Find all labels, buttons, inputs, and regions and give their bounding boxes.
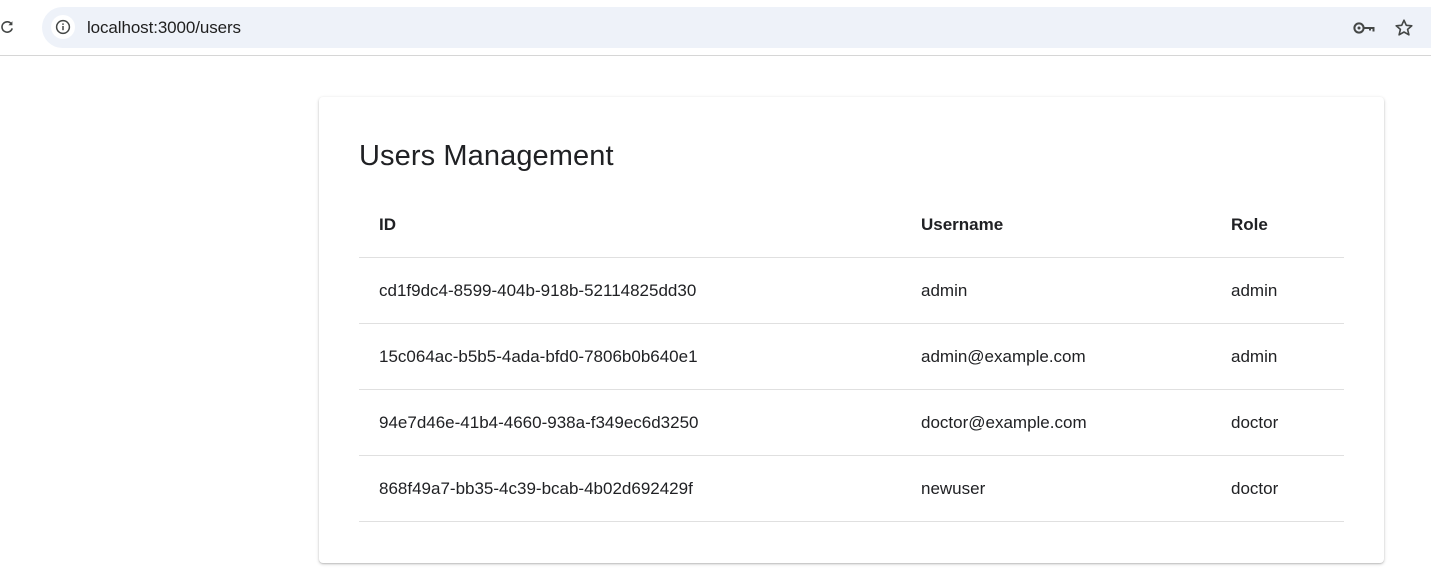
username-cell: admin@example.com (901, 323, 1211, 390)
browser-toolbar: localhost:3000/users (0, 0, 1431, 56)
info-icon[interactable] (51, 15, 75, 39)
user-id-cell: 15c064ac-b5b5-4ada-bfd0-7806b0b640e1 (359, 323, 901, 390)
user-id-cell: cd1f9dc4-8599-404b-918b-52114825dd30 (359, 257, 901, 324)
table-row: 94e7d46e-41b4-4660-938a-f349ec6d3250 doc… (359, 389, 1344, 456)
users-table: ID Username Role cd1f9dc4-8599-404b-918b… (359, 192, 1344, 522)
address-bar[interactable]: localhost:3000/users (42, 7, 1431, 48)
username-cell: admin (901, 257, 1211, 324)
username-cell: newuser (901, 455, 1211, 522)
page-title: Users Management (359, 140, 614, 172)
reload-icon[interactable] (0, 16, 20, 38)
column-header-id: ID (359, 192, 901, 258)
role-cell: doctor (1211, 455, 1344, 522)
column-header-username: Username (901, 192, 1211, 258)
key-icon[interactable] (1352, 16, 1376, 40)
user-id-cell: 868f49a7-bb35-4c39-bcab-4b02d692429f (359, 455, 901, 522)
star-icon[interactable] (1392, 16, 1416, 40)
url-text[interactable]: localhost:3000/users (87, 18, 241, 38)
username-cell: doctor@example.com (901, 389, 1211, 456)
table-header-row: ID Username Role (359, 192, 1344, 258)
table-row: 15c064ac-b5b5-4ada-bfd0-7806b0b640e1 adm… (359, 323, 1344, 390)
users-card: Users Management ID Username Role cd1f9d… (319, 97, 1384, 563)
role-cell: admin (1211, 323, 1344, 390)
column-header-role: Role (1211, 192, 1344, 258)
table-row: 868f49a7-bb35-4c39-bcab-4b02d692429f new… (359, 455, 1344, 522)
role-cell: admin (1211, 257, 1344, 324)
user-id-cell: 94e7d46e-41b4-4660-938a-f349ec6d3250 (359, 389, 901, 456)
role-cell: doctor (1211, 389, 1344, 456)
table-row: cd1f9dc4-8599-404b-918b-52114825dd30 adm… (359, 257, 1344, 324)
